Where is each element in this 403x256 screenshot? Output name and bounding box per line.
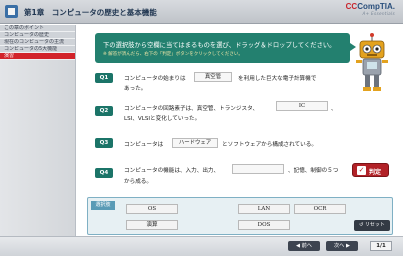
q2-text-end: 、	[331, 106, 337, 112]
q1-text-start: コンピュータの始まりは	[124, 76, 186, 82]
q3-text-start: コンピュータは	[124, 142, 164, 148]
choice-chip-dos[interactable]: DOS	[238, 220, 290, 230]
q2-answer-box[interactable]: IC	[276, 101, 328, 111]
judge-button-label: 判定	[369, 169, 382, 176]
page-title: 第1章 コンピュータの歴史と基本機能	[24, 8, 157, 17]
question-badge-q3: Q3	[95, 138, 113, 148]
logo-text: CompTIA.	[357, 2, 395, 11]
q4-answer-box[interactable]	[232, 164, 284, 174]
q4-text-start: コンピュータの機能は、入力、出力、	[124, 168, 220, 174]
choice-chip-ocr[interactable]: OCR	[294, 204, 346, 214]
header-bar: 第1章 コンピュータの歴史と基本機能 CCCompTIA. A+ Essenti…	[0, 0, 403, 24]
page-counter: 1/1	[370, 241, 392, 251]
choice-chip-lan[interactable]: LAN	[238, 204, 290, 214]
q4-text-end: 、記憶、制御の５つ	[288, 168, 339, 174]
q4-text-line2: から成る。	[124, 179, 152, 185]
logo-subtitle: A+ Essentials	[362, 11, 395, 16]
q1-answer-box[interactable]: 真空管	[194, 72, 232, 82]
sidebar-item-exercise[interactable]: 演習	[0, 53, 75, 60]
choices-panel: 選択肢 OS LAN OCR 演算 DOS ↺ リセット	[87, 197, 393, 235]
logo-cc: CC	[345, 2, 358, 11]
sidebar-item-history[interactable]: コンピュータの歴史	[0, 32, 75, 39]
question-badge-q2: Q2	[95, 106, 113, 116]
check-icon: ✓	[357, 166, 366, 175]
sidebar: この章のポイント コンピュータの歴史 現在のコンピュータの主流 コンピュータの5…	[0, 25, 76, 256]
q3-text-end: とソフトウェアから構成されている。	[222, 142, 317, 148]
judge-button[interactable]: ✓ 判定	[352, 163, 389, 177]
q1-text-end: を利用した巨大な電子計算機で	[238, 76, 317, 82]
question-badge-q4: Q4	[95, 168, 113, 178]
comptia-logo: CCCompTIA. A+ Essentials	[346, 2, 395, 16]
sidebar-item-mainstream[interactable]: 現在のコンピュータの主流	[0, 39, 75, 46]
q2-text-line2: LSI、VLSIと変化していった。	[124, 116, 201, 122]
choices-label: 選択肢	[91, 201, 115, 210]
sidebar-item-five-functions[interactable]: コンピュータの5大機能	[0, 46, 75, 53]
robot-mascot-icon	[356, 33, 388, 91]
instruction-bubble: 下の選択肢から空欄に当てはまるものを選び、ドラッグ＆ドロップしてください。 ※ …	[95, 33, 356, 63]
q1-text-line2: あった。	[124, 86, 147, 92]
instruction-note: ※ 解答が済んだら、右下の「判定」ボタンをクリックしてください。	[103, 52, 243, 57]
chapter-icon	[5, 5, 18, 18]
q2-text-start: コンピュータの回路素子は、真空管、トランジスタ、	[124, 106, 259, 112]
exercise-screen: 第1章 コンピュータの歴史と基本機能 CCCompTIA. A+ Essenti…	[0, 0, 403, 256]
question-badge-q1: Q1	[95, 73, 113, 83]
q3-answer-box[interactable]: ハードウェア	[172, 138, 218, 148]
reset-button-label: リセット	[364, 222, 385, 228]
choice-chip-calc[interactable]: 演算	[126, 220, 178, 230]
choice-chip-os[interactable]: OS	[126, 204, 178, 214]
instruction-text: 下の選択肢から空欄に当てはまるものを選び、ドラッグ＆ドロップしてください。	[103, 42, 336, 49]
reset-button[interactable]: ↺ リセット	[354, 220, 390, 231]
sidebar-item-chapter-points[interactable]: この章のポイント	[0, 25, 75, 32]
prev-button[interactable]: ◀ 前へ	[288, 241, 320, 251]
next-button[interactable]: 次へ ▶	[326, 241, 358, 251]
